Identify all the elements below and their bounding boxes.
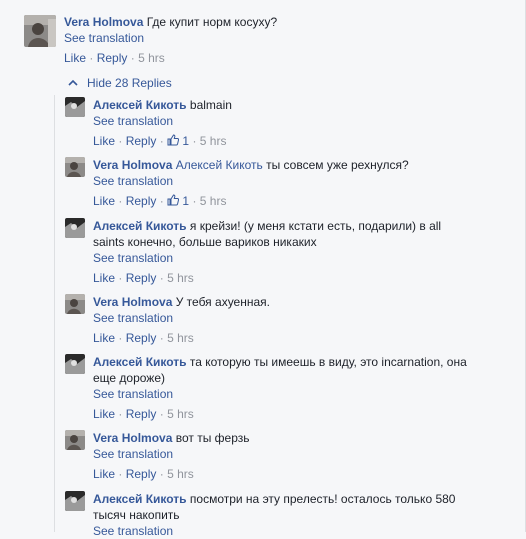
- reply-actions: Like · Reply · 5 hrs: [93, 330, 270, 346]
- like-button[interactable]: Like: [93, 331, 115, 345]
- reply-actions: Like · Reply · 5 hrs: [93, 270, 441, 286]
- like-count[interactable]: 1: [182, 194, 189, 208]
- see-translation-link[interactable]: See translation: [93, 310, 270, 326]
- timestamp[interactable]: 5 hrs: [138, 51, 165, 65]
- see-translation-link[interactable]: See translation: [93, 173, 409, 189]
- avatar-vera[interactable]: [65, 430, 85, 450]
- thumbs-up-icon: [167, 194, 180, 206]
- see-translation-link[interactable]: See translation: [93, 250, 441, 266]
- reply-item: Vera Holmova Алексей Кикоть ты совсем уж…: [65, 157, 409, 209]
- separator-dot: ·: [192, 194, 197, 208]
- reply-button[interactable]: Reply: [126, 271, 157, 285]
- separator-dot: ·: [118, 134, 123, 148]
- reply-text: посмотри на эту прелесть! осталось тольк…: [189, 492, 456, 506]
- thread-line: [54, 95, 55, 532]
- separator-dot: ·: [118, 407, 123, 421]
- comment-text: Где купит норм косуху?: [146, 15, 278, 29]
- reply-author[interactable]: Алексей Кикоть: [93, 492, 187, 506]
- see-translation-link[interactable]: See translation: [64, 30, 277, 46]
- reply-actions: Like · Reply · 1 · 5 hrs: [93, 193, 409, 209]
- timestamp[interactable]: 5 hrs: [167, 467, 194, 481]
- avatar-alexey[interactable]: [65, 354, 85, 374]
- reply-text: вот ты ферзь: [175, 431, 250, 445]
- reply-actions: Like · Reply · 5 hrs: [93, 466, 250, 482]
- reply-author[interactable]: Алексей Кикоть: [93, 219, 187, 233]
- timestamp[interactable]: 5 hrs: [200, 134, 227, 148]
- timestamp[interactable]: 5 hrs: [167, 331, 194, 345]
- avatar-alexey[interactable]: [65, 218, 85, 238]
- separator-dot: ·: [118, 467, 123, 481]
- hide-replies-label: Hide 28 Replies: [87, 76, 172, 90]
- separator-dot: ·: [118, 194, 123, 208]
- avatar-alexey[interactable]: [65, 97, 85, 117]
- comment-actions: Like · Reply · 5 hrs: [64, 50, 277, 66]
- timestamp[interactable]: 5 hrs: [200, 194, 227, 208]
- reply-text: balmain: [189, 98, 232, 112]
- reply-text-line2: saints конечно, больше вариков никаких: [93, 235, 317, 249]
- like-button[interactable]: Like: [93, 407, 115, 421]
- separator-dot: ·: [159, 467, 164, 481]
- reply-actions: Like · Reply · 1 · 5 hrs: [93, 133, 232, 149]
- timestamp[interactable]: 5 hrs: [167, 271, 194, 285]
- reply-author[interactable]: Vera Holmova: [93, 158, 172, 172]
- like-button[interactable]: Like: [93, 134, 115, 148]
- reply-button[interactable]: Reply: [126, 331, 157, 345]
- separator-dot: ·: [89, 51, 94, 65]
- like-button[interactable]: Like: [64, 51, 86, 65]
- reply-text: я крейзи! (у меня кстати есть, подарили)…: [189, 219, 442, 233]
- separator-dot: ·: [192, 134, 197, 148]
- see-translation-link[interactable]: See translation: [93, 113, 232, 129]
- like-button[interactable]: Like: [93, 271, 115, 285]
- like-button[interactable]: Like: [93, 194, 115, 208]
- reply-author[interactable]: Vera Holmova: [93, 431, 172, 445]
- separator-dot: ·: [159, 271, 164, 285]
- separator-dot: ·: [159, 194, 164, 208]
- reply-button[interactable]: Reply: [126, 134, 157, 148]
- reply-item: Алексей Кикоть balmain See translation L…: [65, 97, 232, 149]
- separator-dot: ·: [159, 331, 164, 345]
- see-translation-link[interactable]: See translation: [93, 523, 455, 539]
- avatar-vera[interactable]: [24, 15, 56, 47]
- reply-item: Алексей Кикоть та которую ты имеешь в ви…: [65, 354, 467, 422]
- reply-button[interactable]: Reply: [126, 407, 157, 421]
- avatar-alexey[interactable]: [65, 491, 85, 511]
- avatar-vera[interactable]: [65, 157, 85, 177]
- reply-text: ты совсем уже рехнулся?: [266, 158, 409, 172]
- reply-item: Алексей Кикоть я крейзи! (у меня кстати …: [65, 218, 441, 286]
- reply-author[interactable]: Алексей Кикоть: [93, 355, 187, 369]
- like-count[interactable]: 1: [182, 134, 189, 148]
- like-button[interactable]: Like: [93, 467, 115, 481]
- hide-replies-button[interactable]: Hide 28 Replies: [68, 75, 172, 91]
- reply-button[interactable]: Reply: [126, 194, 157, 208]
- separator-dot: ·: [118, 331, 123, 345]
- timestamp[interactable]: 5 hrs: [167, 407, 194, 421]
- reply-author[interactable]: Vera Holmova: [93, 295, 172, 309]
- separator-dot: ·: [159, 134, 164, 148]
- thumbs-up-icon: [167, 134, 180, 146]
- reply-button[interactable]: Reply: [126, 467, 157, 481]
- chevron-up-icon: [68, 79, 78, 86]
- reply-text-line2: тысяч накопить: [93, 508, 180, 522]
- reply-actions: Like · Reply · 5 hrs: [93, 406, 467, 422]
- reply-author[interactable]: Алексей Кикоть: [93, 98, 187, 112]
- reply-item: Vera Holmova У тебя ахуенная. See transl…: [65, 294, 270, 346]
- top-comment: Vera Holmova Где купит норм косуху? See …: [24, 15, 277, 66]
- reply-text: У тебя ахуенная.: [175, 295, 270, 309]
- comment-author[interactable]: Vera Holmova: [64, 15, 143, 29]
- reply-button[interactable]: Reply: [97, 51, 128, 65]
- separator-dot: ·: [159, 407, 164, 421]
- reply-text: та которую ты имеешь в виду, это incarna…: [189, 355, 467, 369]
- see-translation-link[interactable]: See translation: [93, 386, 467, 402]
- reply-text-line2: еще дороже): [93, 371, 166, 385]
- reply-item: Vera Holmova вот ты ферзь See translatio…: [65, 430, 250, 482]
- separator-dot: ·: [130, 51, 135, 65]
- separator-dot: ·: [118, 271, 123, 285]
- see-translation-link[interactable]: See translation: [93, 446, 250, 462]
- mention-link[interactable]: Алексей Кикоть: [176, 158, 263, 172]
- avatar-vera[interactable]: [65, 294, 85, 314]
- comment-thread: Vera Holmova Где купит норм косуху? See …: [0, 0, 526, 538]
